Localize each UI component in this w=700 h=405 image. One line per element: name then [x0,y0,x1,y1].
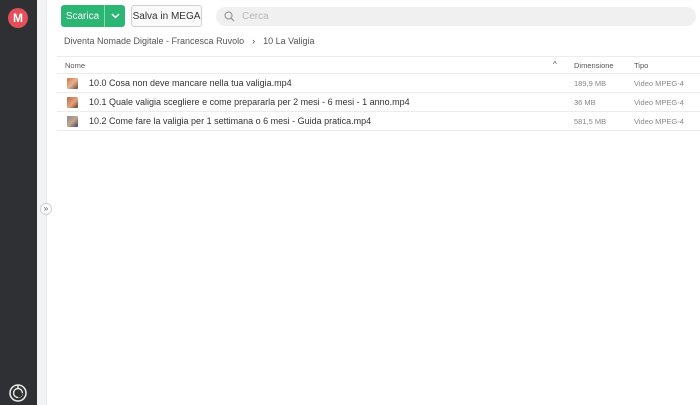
table-header: Nome ^ Dimensione Tipo [57,56,700,74]
breadcrumb-current: 10 La Valigia [263,36,315,46]
sort-up-icon[interactable]: ^ [553,60,557,69]
expand-icon[interactable]: » [40,203,52,215]
column-header-size[interactable]: Dimensione [574,61,614,70]
save-to-mega-button[interactable]: Salva in MEGA [131,5,202,27]
search-input[interactable] [242,11,682,22]
table-row[interactable]: 10.0 Cosa non deve mancare nella tua val… [57,74,700,93]
file-type: Video MPEG-4 [634,79,684,88]
file-type: Video MPEG-4 [634,98,684,107]
mega-logo-icon[interactable]: M [8,8,28,28]
file-type: Video MPEG-4 [634,117,684,126]
breadcrumb-chevron-icon: › [252,36,256,46]
file-name[interactable]: 10.0 Cosa non deve mancare nella tua val… [89,78,292,88]
search-bar[interactable] [216,7,696,26]
search-icon [216,11,242,22]
video-thumbnail-icon [67,78,78,89]
table-row[interactable]: 10.2 Come fare la valigia per 1 settiman… [57,112,700,131]
breadcrumb-parent[interactable]: Diventa Nomade Digitale - Francesca Ruvo… [64,36,244,46]
file-size: 581,5 MB [574,117,607,126]
app: M » Scarica Salva in MEGA Diventa Nomade… [0,0,700,405]
file-size: 189,9 MB [574,79,607,88]
download-label[interactable]: Scarica [61,5,104,27]
file-name[interactable]: 10.1 Quale valigia scegliere e come prep… [89,97,410,107]
table-row[interactable]: 10.1 Quale valigia scegliere e come prep… [57,93,700,112]
transfer-icon[interactable] [8,383,28,403]
video-thumbnail-icon [67,97,78,108]
file-table: Nome ^ Dimensione Tipo 10.0 Cosa non dev… [57,56,700,131]
download-button[interactable]: Scarica [61,5,125,27]
file-name[interactable]: 10.2 Come fare la valigia per 1 settiman… [89,116,371,126]
breadcrumb: Diventa Nomade Digitale - Francesca Ruvo… [64,36,314,46]
left-rail: M [0,0,37,405]
column-header-name[interactable]: Nome [65,61,85,70]
column-header-type[interactable]: Tipo [634,61,648,70]
file-size: 36 MB [574,98,596,107]
chevron-down-icon[interactable] [105,5,125,27]
video-thumbnail-icon [67,116,78,127]
